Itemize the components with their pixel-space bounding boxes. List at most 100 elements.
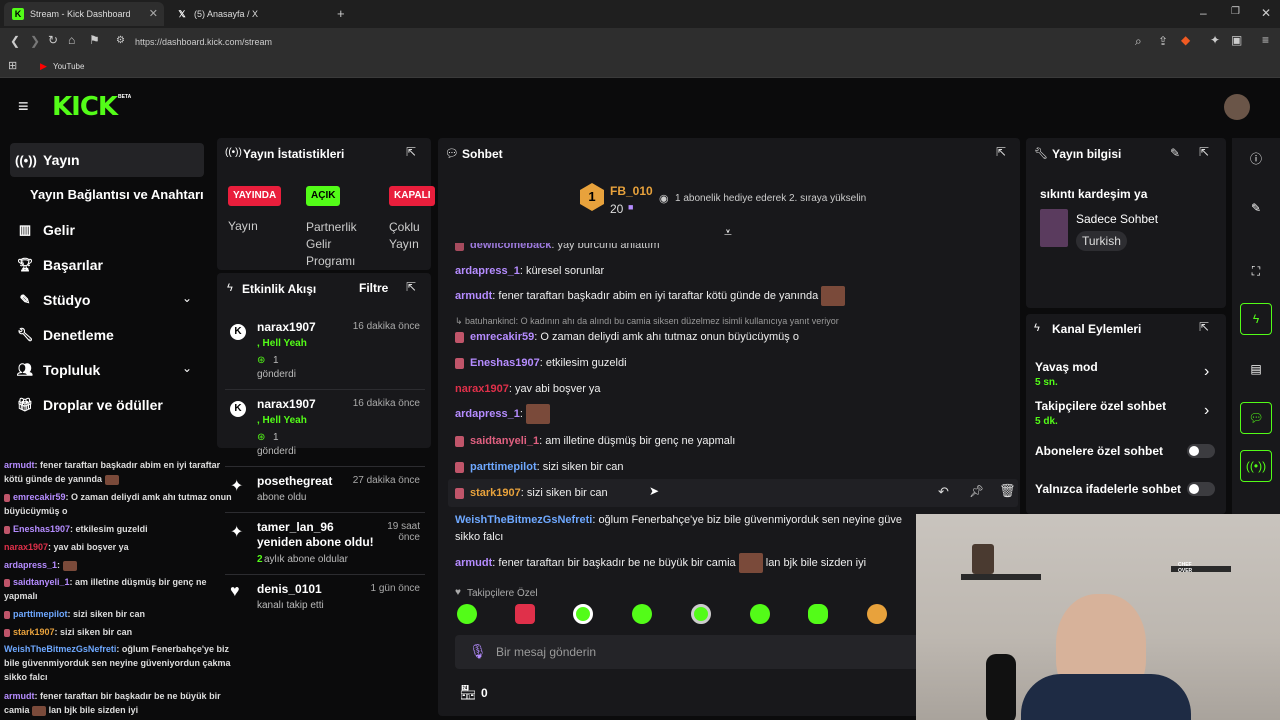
- shop-icon[interactable]: 🏪︎: [459, 684, 477, 701]
- lightning-icon[interactable]: ϟ: [1240, 303, 1272, 335]
- popout-icon[interactable]: ⇱: [1199, 145, 1209, 159]
- url-field[interactable]: ⚙ https://dashboard.kick.com/stream: [110, 32, 1195, 52]
- emote-icon[interactable]: [457, 604, 477, 624]
- sidebar-item-basarilar[interactable]: 🏆︎ Başarılar: [15, 257, 103, 273]
- chat-username[interactable]: ardapress_1: [455, 408, 520, 420]
- sidebar-toggle-icon[interactable]: ▣: [1231, 33, 1242, 47]
- broadcast-icon[interactable]: ((•)): [1240, 450, 1272, 482]
- mini-chat-user: saidtanyeli_1: [13, 577, 70, 587]
- mini-chat-text: : etkilesim guzeldi: [70, 524, 148, 534]
- popout-icon[interactable]: ⇱: [406, 145, 416, 159]
- new-tab-icon[interactable]: +: [337, 6, 345, 21]
- popout-icon[interactable]: ⇱: [996, 145, 1006, 159]
- emote-icon[interactable]: [515, 604, 535, 624]
- chat-username[interactable]: armudt: [455, 290, 492, 302]
- kick-logo[interactable]: KICK: [52, 92, 118, 122]
- stream-category[interactable]: Sadece Sohbet: [1076, 212, 1158, 226]
- brave-shield-icon[interactable]: ◆: [1181, 33, 1190, 47]
- edit-pencil-icon[interactable]: ✎: [1240, 192, 1272, 224]
- chat-username[interactable]: stark1907: [470, 487, 521, 499]
- share-icon[interactable]: ⇪: [1158, 34, 1168, 48]
- tab-x-home[interactable]: 𝕏 (5) Anasayfa / X: [168, 2, 328, 26]
- close-window-icon[interactable]: ✕: [1261, 6, 1271, 20]
- webcam-overlay: CHEF OVER: [916, 514, 1280, 720]
- reload-icon[interactable]: ↻: [48, 33, 58, 47]
- sidebar-item-droplar[interactable]: 🎁︎ Droplar ve ödüller: [15, 397, 163, 413]
- chat-message: armudt: fener taraftarı başkadır abim en…: [455, 286, 846, 306]
- slow-mode-row[interactable]: Yavaş mod 5 sn. ›: [1034, 359, 1220, 391]
- emote-icon[interactable]: [808, 604, 828, 624]
- chat-username[interactable]: saidtanyeli_1: [470, 435, 539, 447]
- maximize-icon[interactable]: ❐: [1231, 6, 1240, 17]
- tab-label: (5) Anasayfa / X: [194, 9, 259, 19]
- wrench-icon: 🔧︎: [1034, 148, 1048, 160]
- chat-username[interactable]: WeishTheBitmezGsNefreti: [455, 514, 592, 526]
- mini-chat-text: : sizi siken bir can: [67, 609, 146, 619]
- chat-username[interactable]: Eneshas1907: [470, 357, 540, 369]
- mini-chat-user: armudt: [4, 691, 35, 701]
- apps-grid-icon[interactable]: ⊞: [8, 59, 17, 72]
- pin-message-icon[interactable]: 📌︎: [969, 484, 984, 498]
- sidebar-item-yayin[interactable]: ((•)) Yayın: [15, 152, 80, 168]
- divider: [225, 389, 425, 390]
- home-icon[interactable]: ⌂: [68, 33, 75, 47]
- sidebar-item-topluluk[interactable]: 👥︎ Topluluk: [15, 362, 101, 378]
- emote-only-toggle[interactable]: [1187, 482, 1215, 496]
- hamburger-menu-icon[interactable]: ≡: [18, 96, 29, 117]
- reply-context[interactable]: ↳ batuhankincl: O kadının ahı da alındı …: [455, 316, 839, 327]
- heart-icon: ♥: [455, 587, 461, 598]
- mini-chat-text: : yav abi boşver ya: [48, 542, 129, 552]
- wrench-icon: 🔧︎: [16, 327, 34, 342]
- sidebar-item-denetleme[interactable]: 🔧︎ Denetleme: [15, 327, 114, 343]
- document-icon[interactable]: ▤: [1240, 353, 1272, 385]
- chat-bubble-icon[interactable]: 💬︎: [1240, 402, 1272, 434]
- event-user: tamer_lan_96 yeniden abone oldu!: [257, 520, 374, 549]
- tab-kick-dashboard[interactable]: K Stream - Kick Dashboard ✕: [4, 2, 164, 26]
- back-icon[interactable]: ❮: [10, 34, 20, 48]
- delete-message-icon[interactable]: 🗑︎: [999, 483, 1016, 499]
- leaderboard-count: 20: [610, 202, 624, 216]
- pinned-collapse-icon[interactable]: ⩡: [724, 224, 732, 241]
- browser-menu-icon[interactable]: ≡: [1262, 33, 1269, 47]
- chat-username[interactable]: armudt: [455, 557, 492, 569]
- chevron-down-icon[interactable]: ⌄: [182, 291, 192, 305]
- chat-username[interactable]: narax1907: [455, 383, 509, 395]
- chat-text: : O zaman deliydi amk ahı tutmaz onun bü…: [534, 331, 799, 343]
- chat-username[interactable]: parttimepilot: [470, 461, 537, 473]
- message-input[interactable]: 🎙︎ Bir mesaj gönderin: [455, 635, 920, 669]
- avatar[interactable]: [1224, 94, 1250, 120]
- sidebar-item-studyo[interactable]: ✎ Stüdyo: [15, 292, 91, 308]
- leaderboard-user[interactable]: FB_010: [610, 184, 653, 198]
- popout-icon[interactable]: ⇱: [406, 280, 416, 294]
- chat-username[interactable]: emrecakir59: [470, 331, 534, 343]
- sidebar-item-stream-key[interactable]: Yayın Bağlantısı ve Anahtarı: [30, 187, 204, 202]
- divider: [225, 574, 425, 575]
- chat-username[interactable]: ardapress_1: [455, 265, 520, 277]
- emote-icon[interactable]: [573, 604, 593, 624]
- emote-icon[interactable]: [632, 604, 652, 624]
- sidebar-item-gelir[interactable]: ▥ Gelir: [15, 222, 75, 238]
- info-icon[interactable]: ⓘ: [1240, 142, 1272, 174]
- emote-icon[interactable]: [750, 604, 770, 624]
- popout-icon[interactable]: ⇱: [1199, 320, 1209, 334]
- bookmark-icon[interactable]: ⚑: [89, 33, 100, 47]
- bookmark-youtube[interactable]: YouTube: [53, 62, 84, 71]
- extensions-icon[interactable]: ✦: [1210, 33, 1220, 47]
- emote-icon[interactable]: [691, 604, 711, 624]
- forward-icon[interactable]: ❯: [30, 34, 40, 48]
- filter-button[interactable]: Filtre: [359, 281, 388, 295]
- screen-capture-icon[interactable]: ⛶: [1240, 255, 1272, 287]
- edit-pencil-icon[interactable]: ✎: [1170, 146, 1180, 160]
- subscribers-only-toggle[interactable]: [1187, 444, 1215, 458]
- reply-action-icon[interactable]: ↶: [938, 484, 949, 500]
- reply-text: batuhankincl: O kadının ahı da alındı bu…: [465, 316, 839, 326]
- site-info-icon[interactable]: ⚙: [116, 35, 125, 46]
- microphone-icon[interactable]: 🎙︎: [469, 643, 487, 660]
- kick-coin-icon: K: [230, 401, 246, 417]
- emote-icon[interactable]: [867, 604, 887, 624]
- minimize-icon[interactable]: –: [1200, 6, 1207, 20]
- followers-only-row[interactable]: Takipçilere özel sohbet 5 dk. ›: [1034, 398, 1220, 430]
- chevron-down-icon[interactable]: ⌄: [182, 361, 192, 375]
- zoom-icon[interactable]: ⌕: [1135, 34, 1142, 49]
- close-tab-icon[interactable]: ✕: [149, 7, 158, 20]
